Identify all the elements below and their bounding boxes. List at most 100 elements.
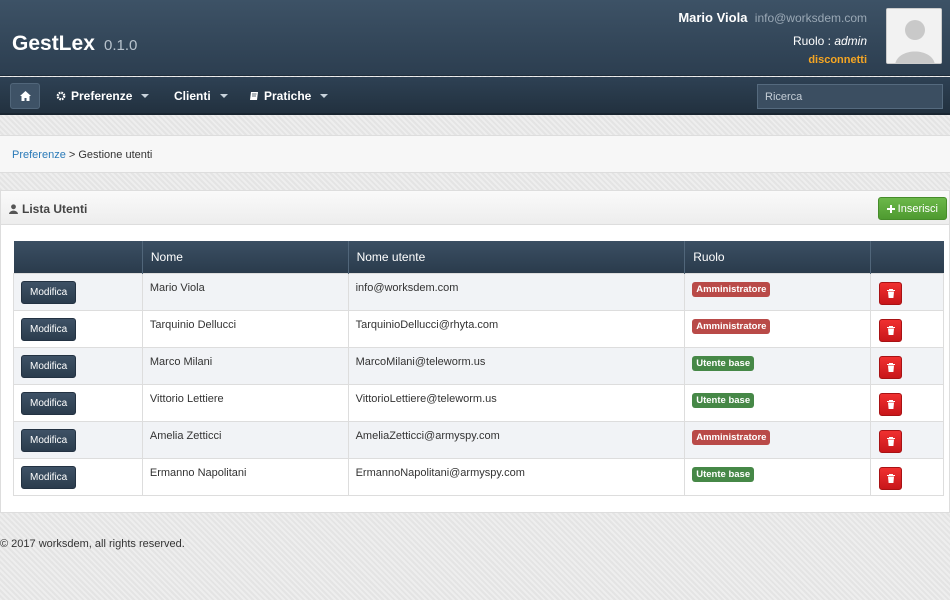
user-name-cell: Amelia Zetticci	[141, 420, 349, 459]
row-delete-cell	[870, 309, 944, 348]
logout-link[interactable]: disconnetti	[678, 54, 867, 66]
row-delete-cell	[870, 420, 944, 459]
user-name-cell: Marco Milani	[141, 346, 349, 385]
row-actions-cell: Modifica	[13, 272, 143, 311]
role-cell: Amministratore	[684, 420, 872, 459]
table-row: Modifica Vittorio Lettiere VittorioLettier…	[13, 383, 944, 422]
role-cell: Amministratore	[684, 272, 872, 311]
edit-button[interactable]: Modifica	[21, 280, 77, 304]
footer-copyright: © 2017 worksdem, all rights reserved.	[0, 538, 185, 550]
username-cell: TarquinioDellucci@rhyta.com	[347, 309, 686, 348]
nav-pratiche[interactable]: Pratiche	[249, 89, 329, 103]
user-name-cell: Vittorio Lettiere	[141, 383, 349, 422]
column-header-delete	[870, 241, 944, 273]
nav-clienti-label: Clienti	[174, 89, 211, 103]
user-name-cell: Tarquinio Dellucci	[141, 309, 349, 348]
chevron-down-icon	[219, 94, 228, 98]
user-email: info@worksdem.com	[754, 11, 867, 25]
edit-button[interactable]: Modifica	[21, 428, 77, 452]
row-actions-cell: Modifica	[13, 457, 143, 496]
table-row: Modifica Tarquinio Dellucci TarquinioDellu…	[13, 309, 944, 348]
trash-icon	[886, 362, 895, 372]
book-icon	[250, 92, 258, 100]
row-delete-cell	[870, 457, 944, 496]
trash-icon	[886, 288, 895, 298]
role-badge: Utente base	[692, 466, 755, 482]
username-cell: ErmannoNapolitani@armyspy.com	[347, 457, 686, 496]
role-badge: Amministratore	[692, 429, 771, 445]
role-label: Ruolo :	[792, 34, 831, 48]
row-actions-cell: Modifica	[13, 383, 143, 422]
row-actions-cell: Modifica	[13, 420, 143, 459]
edit-button[interactable]: Modifica	[21, 317, 77, 341]
column-header-actions	[13, 241, 143, 273]
user-name-cell: Mario Viola	[141, 272, 349, 311]
plus-icon	[886, 204, 895, 213]
home-button[interactable]	[10, 83, 40, 109]
user-box: Mario Viola info@worksdem.com Ruolo : ad…	[678, 10, 867, 66]
breadcrumb-separator: >	[68, 149, 76, 161]
username-cell: MarcoMilani@teleworm.us	[347, 346, 686, 385]
users-table: Nome Nome utente Ruolo Modifica Mario Vio…	[13, 241, 944, 496]
delete-button[interactable]	[879, 429, 903, 453]
delete-button[interactable]	[879, 281, 903, 305]
column-header-nome-utente[interactable]: Nome utente	[348, 241, 686, 273]
edit-button[interactable]: Modifica	[21, 465, 77, 489]
username-cell: info@worksdem.com	[347, 272, 686, 311]
role-cell: Utente base	[684, 457, 872, 496]
role-badge: Utente base	[692, 392, 755, 408]
list-title: Lista Utenti	[9, 202, 87, 216]
trash-icon	[886, 473, 895, 483]
edit-button[interactable]: Modifica	[21, 391, 77, 415]
role-badge: Amministratore	[692, 318, 771, 334]
search-input[interactable]	[757, 84, 943, 109]
main-navbar: Preferenze Clienti Pratiche	[0, 77, 950, 115]
chevron-down-icon	[141, 94, 150, 98]
user-role: Ruolo : admin	[678, 34, 867, 48]
delete-button[interactable]	[879, 318, 903, 342]
list-title-text: Lista Utenti	[22, 202, 88, 216]
breadcrumb-current: Gestione utenti	[78, 149, 153, 161]
table-header-row: Nome Nome utente Ruolo	[13, 241, 944, 273]
role-cell: Utente base	[684, 346, 872, 385]
edit-button[interactable]: Modifica	[21, 354, 77, 378]
trash-icon	[886, 325, 895, 335]
row-actions-cell: Modifica	[13, 309, 143, 348]
chevron-down-icon	[320, 94, 329, 98]
row-delete-cell	[870, 346, 944, 385]
column-header-ruolo[interactable]: Ruolo	[684, 241, 872, 273]
user-name: Mario Viola	[678, 10, 748, 25]
username-cell: AmeliaZetticci@armyspy.com	[347, 420, 686, 459]
breadcrumb-parent-link[interactable]: Preferenze	[12, 149, 66, 161]
trash-icon	[886, 399, 895, 409]
row-delete-cell	[870, 383, 944, 422]
delete-button[interactable]	[879, 392, 903, 416]
avatar[interactable]	[886, 8, 942, 64]
nav-pratiche-label: Pratiche	[264, 89, 312, 103]
role-badge: Utente base	[692, 355, 755, 371]
nav-clienti[interactable]: Clienti	[174, 89, 228, 103]
app-name: GestLex	[12, 32, 95, 55]
username-cell: VittorioLettiere@teleworm.us	[347, 383, 686, 422]
nav-preferenze-label: Preferenze	[71, 89, 133, 103]
delete-button[interactable]	[879, 466, 903, 490]
users-list-panel: Lista Utenti Inserisci Nome Nome utente …	[0, 190, 950, 513]
top-header: GestLex 0.1.0 Mario Viola info@worksdem.…	[0, 0, 950, 76]
column-header-nome[interactable]: Nome	[142, 241, 349, 273]
role-cell: Utente base	[684, 383, 872, 422]
home-icon	[19, 91, 31, 101]
insert-button[interactable]: Inserisci	[877, 197, 947, 220]
user-silhouette-icon	[887, 9, 941, 63]
insert-button-label: Inserisci	[897, 202, 938, 215]
role-badge: Amministratore	[692, 281, 771, 297]
users-list-header: Lista Utenti Inserisci	[1, 191, 949, 225]
table-row: Modifica Amelia Zetticci AmeliaZetticci@ar…	[13, 420, 944, 459]
role-value: admin	[834, 34, 867, 48]
nav-preferenze[interactable]: Preferenze	[56, 89, 150, 103]
table-row: Modifica Ermanno Napolitani ErmannoNapolit…	[13, 457, 944, 496]
row-actions-cell: Modifica	[13, 346, 143, 385]
user-name-cell: Ermanno Napolitani	[141, 457, 349, 496]
delete-button[interactable]	[879, 355, 903, 379]
breadcrumb: Preferenze > Gestione utenti	[0, 135, 950, 173]
user-icon	[9, 204, 18, 214]
